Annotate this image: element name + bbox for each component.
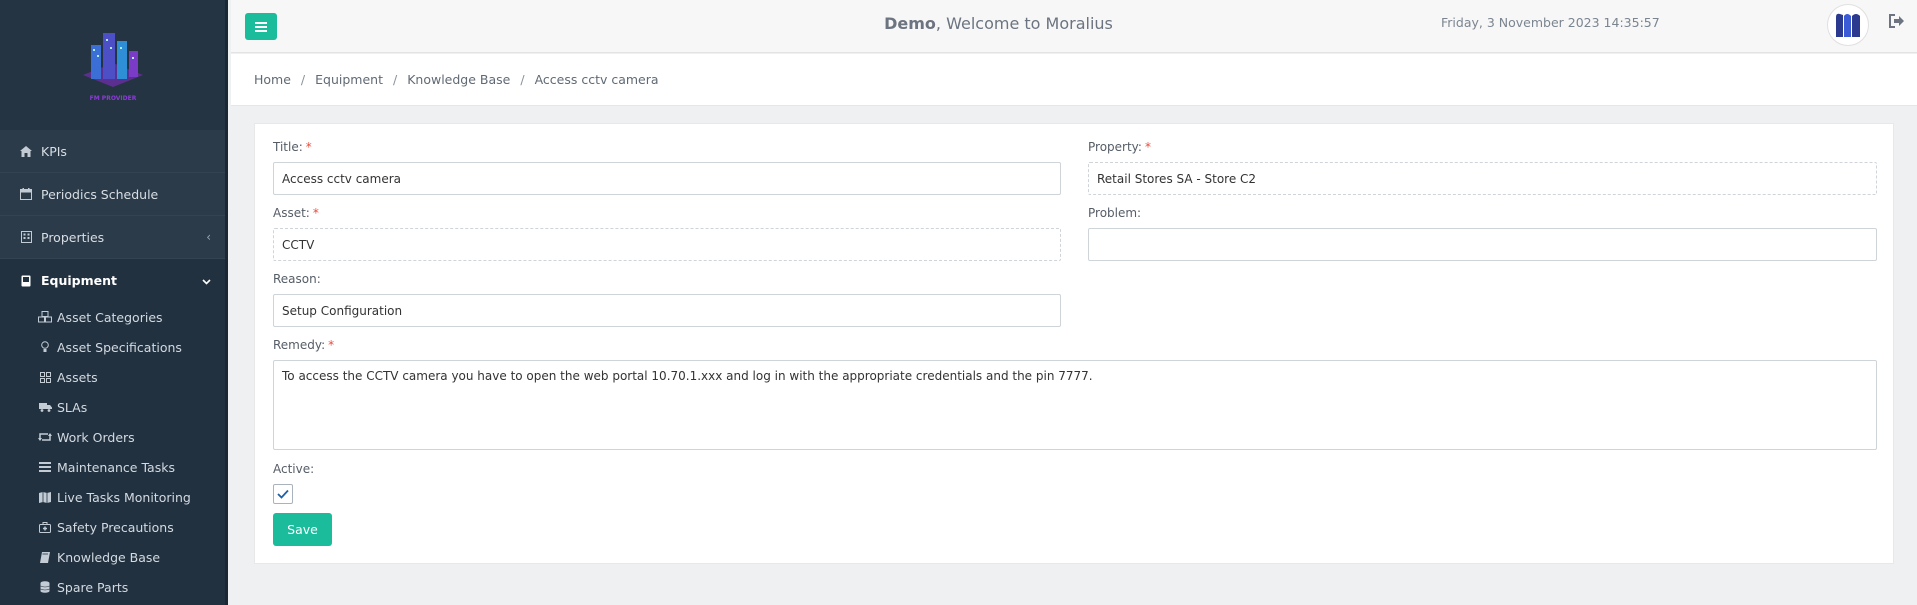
sidebar-item-label: SLAs [57, 399, 88, 415]
sidebar-item-label: Safety Precautions [57, 519, 174, 535]
active-label: Active: [273, 462, 315, 476]
sidebar-item-label: Assets [57, 369, 98, 385]
sidebar-item-label: Work Orders [57, 429, 135, 445]
required-mark: * [305, 140, 312, 154]
sidebar-item-slas[interactable]: SLAs [0, 392, 225, 422]
sidebar-item-kpis[interactable]: KPIs [0, 130, 225, 173]
sidebar-item-maintenance-tasks[interactable]: Maintenance Tasks [0, 452, 225, 482]
chevron-left-icon: ‹ [206, 230, 211, 244]
problem-field[interactable] [1088, 228, 1877, 261]
sidebar-item-label: Maintenance Tasks [57, 459, 175, 475]
title-label: Title: * [273, 140, 312, 154]
list-icon [38, 461, 52, 473]
remedy-label-text: Remedy: [273, 338, 326, 352]
home-icon [19, 144, 33, 158]
sidebar-item-label: KPIs [41, 143, 67, 159]
retweet-icon [38, 431, 52, 443]
sidebar-item-label: Asset Specifications [57, 339, 182, 355]
sidebar: FM PROVIDER KPIs Periodics Schedule Prop… [0, 0, 228, 605]
property-label-text: Property: [1088, 140, 1142, 154]
asset-select[interactable]: CCTV [273, 228, 1061, 261]
database-icon [38, 581, 52, 593]
sidebar-item-equipment[interactable]: Equipment [0, 259, 225, 302]
sidebar-item-asset-categories[interactable]: Asset Categories [0, 302, 225, 332]
medkit-icon [38, 521, 52, 533]
save-button[interactable]: Save [273, 513, 332, 546]
moralius-logo-icon [1836, 13, 1860, 38]
page-welcome: Demo, Welcome to Moralius [831, 14, 1166, 33]
sidebar-item-asset-specifications[interactable]: Asset Specifications [0, 332, 225, 362]
title-label-text: Title: [273, 140, 303, 154]
reason-label: Reason: [273, 272, 321, 286]
logo-text: FM PROVIDER [89, 95, 136, 102]
sidebar-item-assets[interactable]: Assets [0, 362, 225, 392]
truck-icon [38, 401, 52, 413]
cubes-icon [38, 311, 52, 323]
calendar-icon [19, 187, 33, 201]
sidebar-nav: KPIs Periodics Schedule Properties ‹ Equ… [0, 130, 225, 605]
remedy-label: Remedy: * [273, 338, 334, 352]
remedy-textarea[interactable]: To access the CCTV camera you have to op… [273, 360, 1877, 450]
asset-label-text: Asset: [273, 206, 310, 220]
sidebar-item-label: Properties [41, 229, 105, 245]
reason-field[interactable]: Setup Configuration [273, 294, 1061, 327]
required-mark: * [328, 338, 335, 352]
breadcrumb: Home / Equipment / Knowledge Base / Acce… [231, 54, 1917, 106]
sidebar-item-periodics-schedule[interactable]: Periodics Schedule [0, 173, 225, 216]
sidebar-item-label: Knowledge Base [57, 549, 161, 565]
map-icon [38, 491, 52, 503]
knowledge-base-form: Title: * Access cctv camera Property: * Re… [254, 123, 1894, 564]
property-select[interactable]: Retail Stores SA - Store C2 [1088, 162, 1877, 195]
problem-label: Problem: [1088, 206, 1142, 220]
avatar[interactable] [1827, 4, 1869, 46]
breadcrumb-knowledge-base[interactable]: Knowledge Base [407, 72, 510, 87]
book-icon [38, 551, 52, 563]
equipment-submenu: Asset Categories Asset Specifications As… [0, 302, 225, 605]
sidebar-edge [225, 0, 228, 605]
checkmark-icon [277, 489, 289, 499]
menu-toggle-button[interactable] [245, 13, 277, 40]
device-icon [19, 274, 33, 288]
sidebar-item-spare-parts[interactable]: Spare Parts [0, 572, 225, 602]
asset-label: Asset: * [273, 206, 319, 220]
sidebar-item-work-orders[interactable]: Work Orders [0, 422, 225, 452]
sidebar-item-label: Live Tasks Monitoring [57, 489, 191, 505]
active-checkbox[interactable] [273, 484, 293, 504]
sidebar-item-knowledge-base[interactable]: Knowledge Base [0, 542, 225, 572]
breadcrumb-separator: / [520, 72, 525, 87]
sidebar-item-label: Equipment [41, 273, 117, 288]
chevron-down-icon [202, 274, 211, 288]
logout-icon[interactable] [1889, 14, 1907, 32]
required-mark: * [312, 206, 319, 220]
breadcrumb-home[interactable]: Home [254, 72, 291, 87]
building-icon [19, 230, 33, 244]
breadcrumb-separator: / [300, 72, 306, 87]
breadcrumb-equipment[interactable]: Equipment [315, 72, 383, 87]
breadcrumb-current: Access cctv camera [534, 72, 659, 87]
top-header: Demo, Welcome to Moralius Friday, 3 Nove… [231, 0, 1917, 53]
current-datetime: Friday, 3 November 2023 14:35:57 [1441, 15, 1660, 30]
sidebar-item-label: Periodics Schedule [41, 186, 159, 202]
sidebar-item-live-tasks-monitoring[interactable]: Live Tasks Monitoring [0, 482, 225, 512]
brand-logo: FM PROVIDER [82, 33, 143, 102]
breadcrumb-separator: / [393, 72, 398, 87]
lightbulb-icon [38, 341, 52, 353]
logo-area: FM PROVIDER [0, 0, 225, 130]
sidebar-item-safety-precautions[interactable]: Safety Precautions [0, 512, 225, 542]
property-label: Property: * [1088, 140, 1151, 154]
sidebar-item-properties[interactable]: Properties ‹ [0, 216, 225, 259]
title-field[interactable]: Access cctv camera [273, 162, 1061, 195]
grid-icon [38, 371, 52, 383]
welcome-text: , Welcome to Moralius [935, 14, 1113, 33]
sidebar-item-label: Spare Parts [57, 579, 129, 595]
required-mark: * [1144, 140, 1151, 154]
sidebar-item-label: Asset Categories [57, 309, 163, 325]
user-name: Demo [884, 14, 936, 33]
hamburger-icon [255, 21, 267, 32]
